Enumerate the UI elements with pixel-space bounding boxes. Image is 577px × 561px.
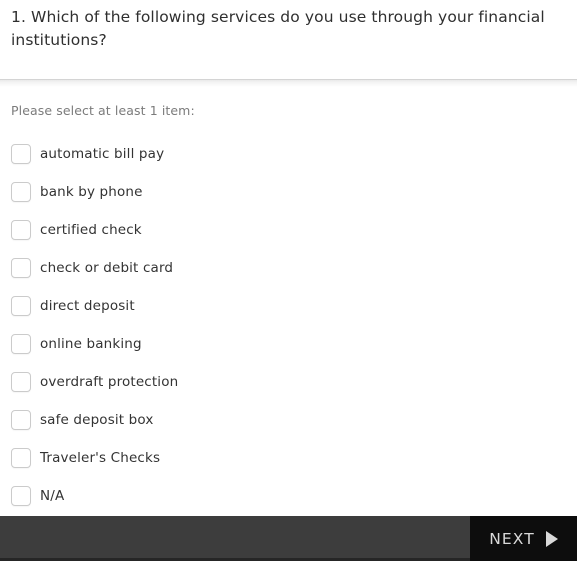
checkbox-icon[interactable]	[11, 296, 31, 316]
choice-label: safe deposit box	[40, 412, 154, 428]
choice-label: check or debit card	[40, 260, 174, 276]
header-divider-shadow	[0, 80, 577, 87]
survey-question-page: 1. Which of the following services do yo…	[0, 0, 577, 561]
choice-item[interactable]: online banking	[11, 325, 577, 363]
question-body: Please select at least 1 item: automatic…	[0, 87, 577, 561]
choice-item[interactable]: direct deposit	[11, 287, 577, 325]
question-header: 1. Which of the following services do yo…	[0, 0, 577, 52]
checkbox-icon[interactable]	[11, 448, 31, 468]
choice-label: certified check	[40, 222, 142, 238]
choice-label: Traveler's Checks	[40, 450, 161, 466]
choice-item[interactable]: N/A	[11, 477, 577, 515]
checkbox-icon[interactable]	[11, 220, 31, 240]
bottom-nav-bar: NEXT	[0, 516, 577, 561]
question-title: 1. Which of the following services do yo…	[11, 8, 545, 49]
checkbox-icon[interactable]	[11, 258, 31, 278]
choice-item[interactable]: Traveler's Checks	[11, 439, 577, 477]
choice-item[interactable]: overdraft protection	[11, 363, 577, 401]
checkbox-icon[interactable]	[11, 372, 31, 392]
choice-list: automatic bill pay bank by phone certified…	[11, 135, 577, 515]
choice-item[interactable]: check or debit card	[11, 249, 577, 287]
choice-label: online banking	[40, 336, 142, 352]
triangle-right-icon	[545, 530, 558, 547]
next-button[interactable]: NEXT	[470, 516, 577, 561]
choice-item[interactable]: bank by phone	[11, 173, 577, 211]
checkbox-icon[interactable]	[11, 182, 31, 202]
choice-label: automatic bill pay	[40, 146, 165, 162]
checkbox-icon[interactable]	[11, 144, 31, 164]
checkbox-icon[interactable]	[11, 486, 31, 506]
checkbox-icon[interactable]	[11, 334, 31, 354]
choice-label: overdraft protection	[40, 374, 179, 390]
choice-item[interactable]: certified check	[11, 211, 577, 249]
next-button-label: NEXT	[489, 529, 535, 548]
checkbox-icon[interactable]	[11, 410, 31, 430]
choice-item[interactable]: automatic bill pay	[11, 135, 577, 173]
choice-item[interactable]: safe deposit box	[11, 401, 577, 439]
choice-label: N/A	[40, 488, 65, 504]
choice-label: bank by phone	[40, 184, 143, 200]
choice-label: direct deposit	[40, 298, 135, 314]
selection-instruction: Please select at least 1 item:	[11, 103, 195, 118]
